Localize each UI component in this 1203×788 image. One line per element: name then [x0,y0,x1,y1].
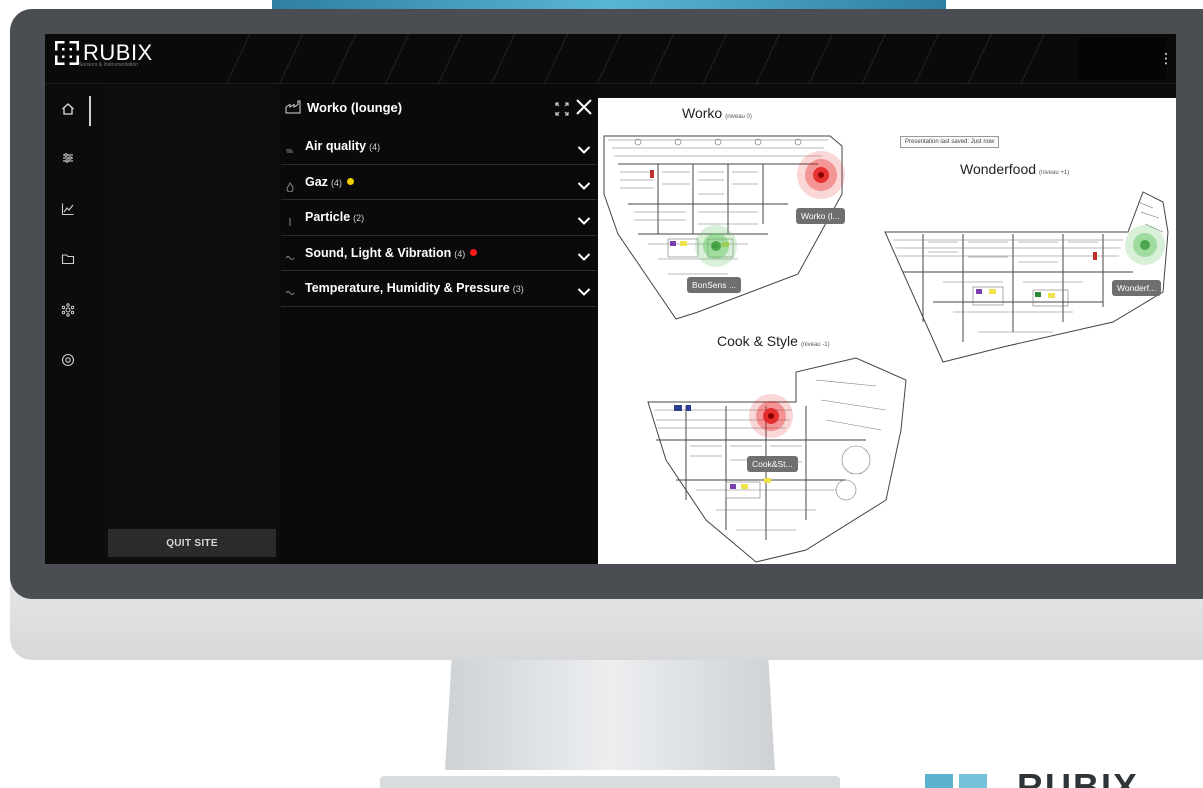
brand-name: RUBIX [83,40,153,65]
bottom-brand-text: RUBIX [1017,774,1139,788]
home-icon[interactable] [57,98,79,120]
marker-label-cook-style[interactable]: Cook&St... [747,456,798,472]
ok-marker-bonsens[interactable] [694,224,738,268]
fullscreen-icon[interactable] [555,101,569,120]
header-decoration [225,34,1065,84]
monitor-stand [445,660,775,770]
particle-icon [285,212,295,226]
marker-label-worko[interactable]: Worko (l... [796,208,845,224]
chevron-down-icon[interactable] [577,140,591,159]
wind-icon [285,141,295,153]
app-screen: RUBIX Sensors & Instrumentation ⋮ QUIT S… [45,34,1176,564]
wonderfood-floor-plan [884,191,1169,363]
factory-icon [285,99,301,118]
brand-tagline: Sensors & Instrumentation [79,62,138,68]
marker-label-bonsens[interactable]: BonSens ... [687,277,741,293]
category-particle[interactable]: Particle (2) [281,200,597,236]
marker-label-wonderfood[interactable]: Wonderf... [1112,280,1162,296]
app-header: RUBIX Sensors & Instrumentation ⋮ [45,34,1176,84]
category-label: Temperature, Humidity & Pressure [305,281,510,295]
category-count: (4) [454,248,466,259]
bottom-brand-logo: RUBIX [925,774,1203,788]
settings-icon[interactable] [57,349,79,371]
chevron-down-icon[interactable] [577,282,591,301]
category-label: Particle [305,210,351,224]
close-icon[interactable] [574,97,594,121]
ok-marker-wonderfood[interactable] [1124,224,1166,266]
category-label: Air quality [305,139,367,153]
category-count: (3) [512,284,524,294]
wave-icon [285,248,295,260]
category-count: (4) [330,177,342,188]
plan-title-worko: Worko (niveau 0) [682,105,752,121]
panel-header: Worko (lounge) [283,96,595,120]
category-label: Sound, Light & Vibration [305,245,452,260]
rubix-logo-icon [55,41,79,65]
quit-site-button[interactable]: QUIT SITE [108,529,276,557]
chevron-down-icon[interactable] [577,176,591,195]
site-panel [105,84,279,564]
category-air-quality[interactable]: Air quality (4) [281,129,597,165]
network-icon[interactable] [57,299,79,321]
category-gaz[interactable]: Gaz (4) [281,165,597,200]
panel-title: Worko (lounge) [307,100,403,115]
sensor-category-list: Air quality (4) Gaz (4) Particle (2) Sound,… [281,129,597,307]
rail-active-indicator [89,96,91,126]
line-chart-icon[interactable] [57,198,79,220]
chevron-down-icon[interactable] [577,211,591,230]
plan-title-cook-style: Cook & Style (niveau -1) [717,333,830,349]
category-sound-light-vibration[interactable]: Sound, Light & Vibration (4) [281,236,597,271]
category-count: (4) [369,142,381,152]
save-status-note: Presentation last saved: Just now [900,136,1000,148]
monitor-base [380,776,840,788]
category-temperature-humidity-pressure[interactable]: Temperature, Humidity & Pressure (3) [281,271,597,307]
sliders-icon[interactable] [57,147,79,169]
alert-marker-worko[interactable] [796,150,846,200]
category-count: (2) [353,213,365,223]
flame-icon [285,177,295,192]
icon-rail [45,84,91,564]
floor-plan-map[interactable]: Worko (niveau 0) Wonderfood (niveau +1) Co… [598,98,1176,564]
status-dot-red [470,248,478,256]
kebab-menu-icon[interactable]: ⋮ [1159,49,1173,69]
category-label: Gaz [305,174,328,189]
chevron-down-icon[interactable] [577,247,591,266]
sensor-panel: Worko (lounge) Air quality (4) Gaz (4) Pa [279,84,598,564]
thermo-icon [285,283,295,295]
status-dot-yellow [346,177,354,185]
alert-marker-cook-style[interactable] [748,393,794,439]
folder-icon[interactable] [57,248,79,270]
